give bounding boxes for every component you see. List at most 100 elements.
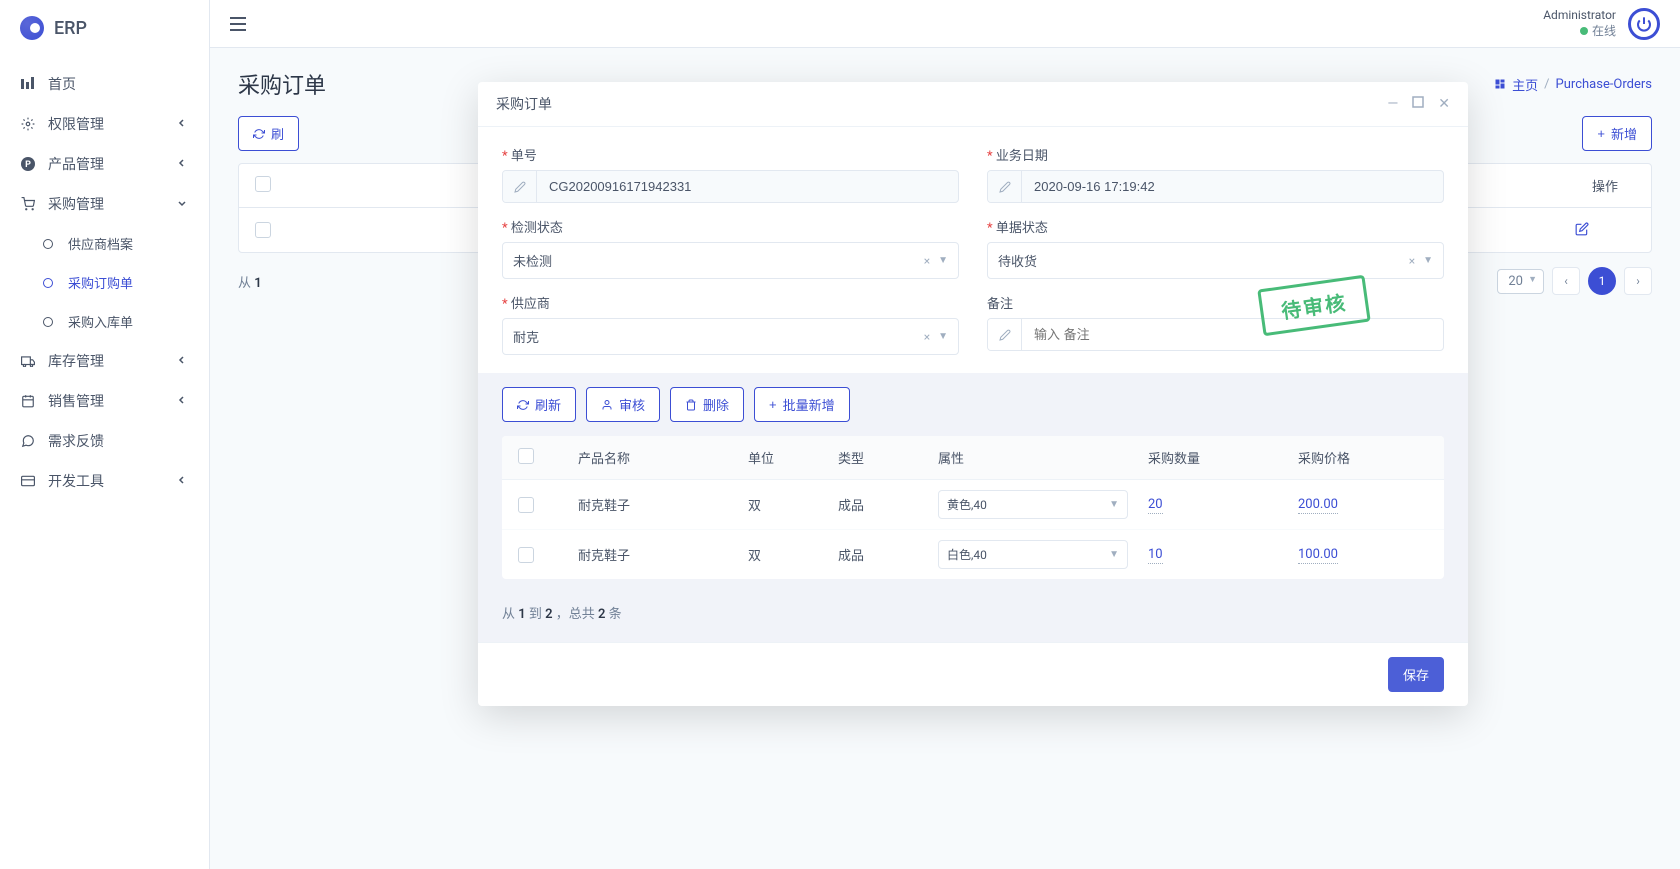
nav-label: 库存管理 xyxy=(48,351,165,371)
nav-inventory[interactable]: 库存管理 xyxy=(0,341,209,381)
nav-label: 采购管理 xyxy=(48,194,165,214)
modal-batch-add-button[interactable]: + 批量新增 xyxy=(754,387,850,422)
col-qty: 采购数量 xyxy=(1148,448,1298,467)
biz-date-input xyxy=(987,170,1444,203)
circle-icon xyxy=(40,236,56,252)
cell-unit: 双 xyxy=(748,545,838,564)
col-type: 类型 xyxy=(838,448,938,467)
page-title: 采购订单 xyxy=(238,68,326,100)
refresh-icon xyxy=(253,128,265,140)
qty-value[interactable]: 10 xyxy=(1148,547,1163,564)
cell-name: 耐克鞋子 xyxy=(578,495,748,514)
page-size-select[interactable]: 20 ▼ xyxy=(1497,269,1544,294)
nav: 首页 权限管理 P 产品管理 采购管理 供应商档案 xyxy=(0,56,209,509)
nav-feedback[interactable]: 需求反馈 xyxy=(0,421,209,461)
status-dot-icon xyxy=(1580,27,1588,35)
chat-icon xyxy=(20,433,36,449)
nav-sales[interactable]: 销售管理 xyxy=(0,381,209,421)
page-next-button[interactable]: › xyxy=(1624,267,1652,295)
chevron-left-icon xyxy=(177,118,189,130)
power-button[interactable] xyxy=(1628,8,1660,40)
modal-audit-button[interactable]: 审核 xyxy=(586,387,660,422)
modal-table: 产品名称 单位 类型 属性 采购数量 采购价格 耐克鞋子 双 成品 xyxy=(502,436,1444,579)
detect-status-label: 检测状态 xyxy=(502,217,959,236)
col-unit: 单位 xyxy=(748,448,838,467)
main: Administrator 在线 采购订单 主页 / Purch xyxy=(210,0,1680,869)
nav-label: 采购入库单 xyxy=(68,312,189,331)
plus-icon: + xyxy=(769,397,777,412)
modal-select-all-checkbox[interactable] xyxy=(518,448,534,464)
clear-icon[interactable]: × xyxy=(924,254,930,268)
chevron-down-icon: ▼ xyxy=(1528,274,1537,285)
chevron-down-icon: ▼ xyxy=(938,331,948,342)
p-circle-icon: P xyxy=(20,156,36,172)
modal-refresh-button[interactable]: 刷新 xyxy=(502,387,576,422)
breadcrumb-current[interactable]: Purchase-Orders xyxy=(1556,77,1652,92)
nav-label: 销售管理 xyxy=(48,391,165,411)
nav-products[interactable]: P 产品管理 xyxy=(0,144,209,184)
table-row: 耐克鞋子 双 成品 白色,40 ▼ 10 100.00 xyxy=(502,530,1444,579)
cell-name: 耐克鞋子 xyxy=(578,545,748,564)
truck-icon xyxy=(20,353,36,369)
nav-label: 开发工具 xyxy=(48,471,165,491)
logo[interactable]: ERP xyxy=(0,0,209,56)
doc-status-select[interactable]: 待收货 × ▼ xyxy=(987,242,1444,279)
nav-purchase-inbound[interactable]: 采购入库单 xyxy=(0,302,209,341)
nav-label: 采购订购单 xyxy=(68,273,189,292)
order-no-label: 单号 xyxy=(502,145,959,164)
attr-select[interactable]: 白色,40 ▼ xyxy=(938,540,1128,569)
purchase-order-modal: 采购订单 — ✕ 单号 业务 xyxy=(478,82,1468,706)
supplier-select[interactable]: 耐克 × ▼ xyxy=(502,318,959,355)
breadcrumb-home[interactable]: 主页 xyxy=(1512,75,1538,94)
price-value[interactable]: 100.00 xyxy=(1298,547,1338,564)
select-all-checkbox[interactable] xyxy=(255,176,271,192)
remark-input[interactable] xyxy=(1022,319,1443,350)
nav-permissions[interactable]: 权限管理 xyxy=(0,104,209,144)
row-checkbox[interactable] xyxy=(255,222,271,238)
clear-icon[interactable]: × xyxy=(924,330,930,344)
clear-icon[interactable]: × xyxy=(1409,254,1415,268)
minimize-button[interactable]: — xyxy=(1387,96,1398,112)
page-number-button[interactable]: 1 xyxy=(1588,267,1616,295)
modal-delete-button[interactable]: 删除 xyxy=(670,387,744,422)
biz-date-label: 业务日期 xyxy=(987,145,1444,164)
nav-purchase-order[interactable]: 采购订购单 xyxy=(0,263,209,302)
user-info[interactable]: Administrator 在线 xyxy=(1543,8,1616,39)
refresh-icon xyxy=(517,399,529,411)
remark-input-wrap xyxy=(987,318,1444,351)
row-checkbox[interactable] xyxy=(518,497,534,513)
row-edit-button[interactable] xyxy=(1575,222,1635,238)
chevron-left-icon xyxy=(177,158,189,170)
add-button[interactable]: + 新增 xyxy=(1582,116,1652,151)
hamburger-icon[interactable] xyxy=(230,17,246,31)
col-ops: 操作 xyxy=(1575,176,1635,195)
maximize-button[interactable] xyxy=(1412,96,1424,112)
save-button[interactable]: 保存 xyxy=(1388,657,1444,692)
nav-label: 供应商档案 xyxy=(68,234,189,253)
cell-type: 成品 xyxy=(838,545,938,564)
circle-icon xyxy=(40,275,56,291)
table-row: 耐克鞋子 双 成品 黄色,40 ▼ 20 200.00 xyxy=(502,480,1444,530)
nav-purchase[interactable]: 采购管理 xyxy=(0,184,209,224)
modal-title: 采购订单 xyxy=(496,94,552,114)
page-prev-button[interactable]: ‹ xyxy=(1552,267,1580,295)
nav-devtools[interactable]: 开发工具 xyxy=(0,461,209,501)
col-price: 采购价格 xyxy=(1298,448,1428,467)
price-value[interactable]: 200.00 xyxy=(1298,497,1338,514)
qty-value[interactable]: 20 xyxy=(1148,497,1163,514)
dashboard-icon xyxy=(1494,78,1506,90)
doc-status-label: 单据状态 xyxy=(987,217,1444,236)
chevron-left-icon xyxy=(177,355,189,367)
chevron-left-icon xyxy=(177,395,189,407)
nav-home[interactable]: 首页 xyxy=(0,64,209,104)
trash-icon xyxy=(685,399,697,411)
pencil-icon xyxy=(503,171,537,202)
attr-select[interactable]: 黄色,40 ▼ xyxy=(938,490,1128,519)
close-button[interactable]: ✕ xyxy=(1438,96,1450,112)
remark-label: 备注 xyxy=(987,293,1444,312)
plus-icon: + xyxy=(1597,126,1605,141)
detect-status-select[interactable]: 未检测 × ▼ xyxy=(502,242,959,279)
nav-supplier-archive[interactable]: 供应商档案 xyxy=(0,224,209,263)
row-checkbox[interactable] xyxy=(518,547,534,563)
refresh-button[interactable]: 刷 xyxy=(238,116,299,151)
